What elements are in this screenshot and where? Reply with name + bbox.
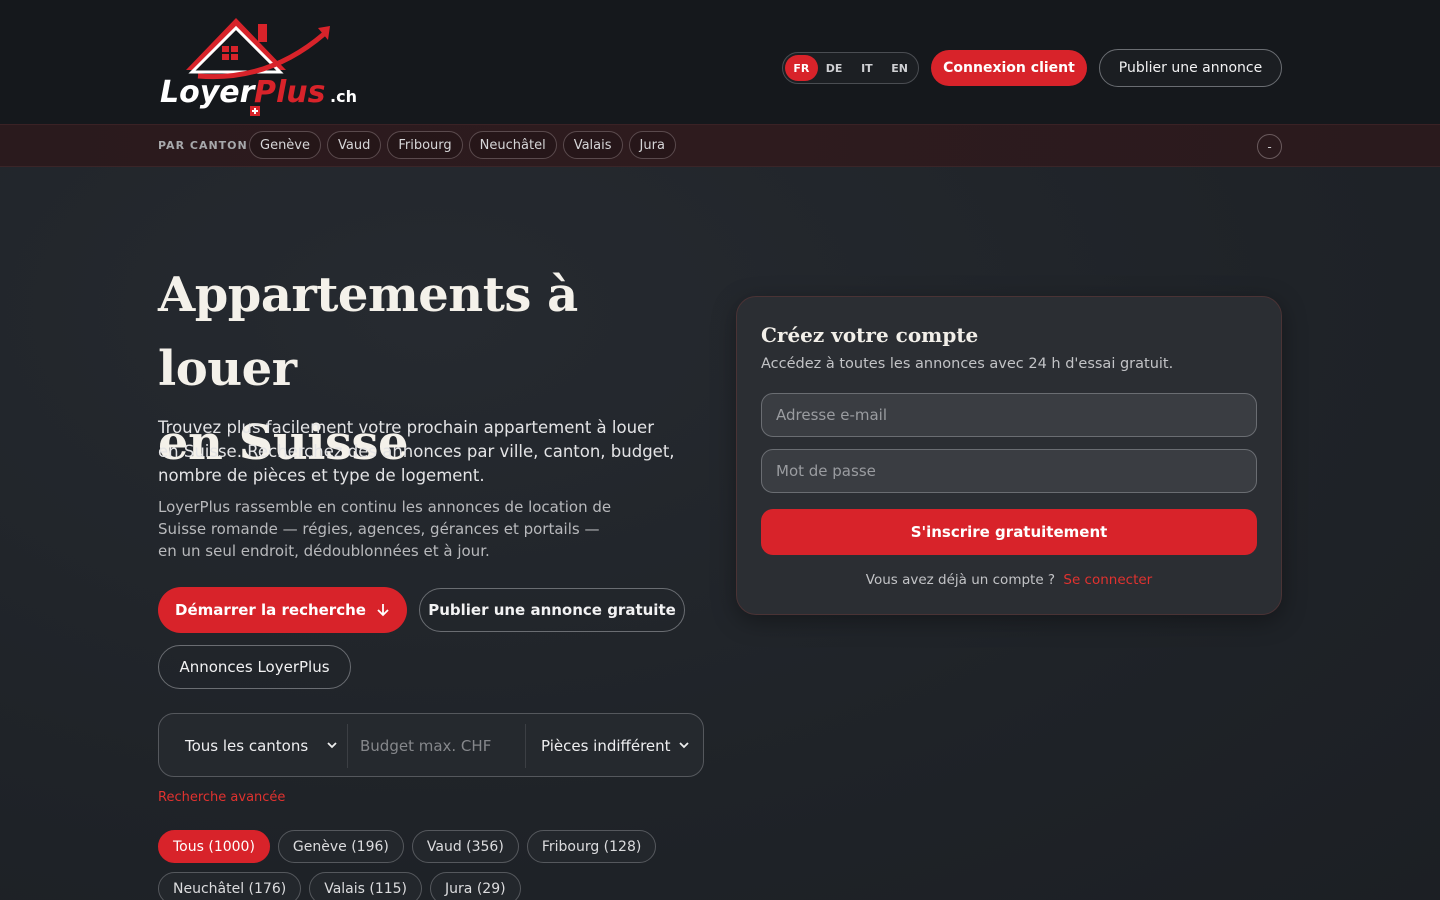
login-link[interactable]: Se connecter [1063, 572, 1152, 588]
canton-pill-fribourg[interactable]: Fribourg [387, 131, 463, 159]
language-switcher: FR DE IT EN [782, 52, 919, 84]
canton-pill-neuchatel[interactable]: Neuchâtel [468, 131, 557, 159]
lang-it[interactable]: IT [851, 55, 884, 81]
signup-title: Créez votre compte [761, 323, 979, 347]
publish-free-listing-button[interactable]: Publier une annonce gratuite [419, 588, 685, 632]
existing-account-text: Vous avez déjà un compte ? [865, 572, 1056, 588]
svg-text:.ch: .ch [330, 87, 357, 106]
signup-button[interactable]: S'inscrire gratuitement [761, 509, 1257, 555]
hero-description: LoyerPlus rassemble en continu les annon… [158, 498, 612, 560]
canton-pill-vaud[interactable]: Vaud [327, 131, 382, 159]
chevron-down-icon [679, 742, 689, 749]
canton-bar-label: PAR CANTON [158, 139, 248, 152]
canton-count-filters: Tous (1000) Genève (196) Vaud (356) Frib… [158, 830, 658, 900]
lang-fr[interactable]: FR [785, 55, 818, 81]
hero-lead: Trouvez plus facilement votre prochain a… [158, 418, 675, 485]
page-title-line1: Appartements à louer [158, 267, 578, 397]
max-budget-input[interactable] [347, 724, 525, 768]
start-search-label: Démarrer la recherche [175, 601, 366, 619]
quick-search-bar: Tous les cantons Pièces indifférent [158, 713, 704, 777]
signup-card: Créez votre compte Accédez à toutes les … [736, 296, 1282, 615]
count-pill-all[interactable]: Tous (1000) [158, 830, 270, 863]
email-field[interactable] [761, 393, 1257, 437]
count-pill-geneve[interactable]: Genève (196) [277, 830, 404, 863]
lang-de[interactable]: DE [818, 55, 851, 81]
top-header: Loyer Plus .ch FR DE IT EN Connexion cli… [0, 0, 1440, 125]
count-pill-jura[interactable]: Jura (29) [430, 872, 521, 900]
arrow-down-icon [377, 604, 389, 617]
canton-pill-valais[interactable]: Valais [562, 131, 623, 159]
canton-bar-collapse-button[interactable]: - [1257, 134, 1282, 159]
start-search-button[interactable]: Démarrer la recherche [158, 587, 407, 633]
publish-listing-button[interactable]: Publier une annonce [1099, 49, 1282, 87]
canton-pill-jura[interactable]: Jura [628, 131, 676, 159]
svg-text:Loyer: Loyer [160, 75, 257, 110]
svg-text:Plus: Plus [254, 75, 325, 110]
signup-footer: Vous avez déjà un compte ? Se connecter [737, 572, 1281, 588]
loyerplus-listings-button[interactable]: Annonces LoyerPlus [158, 645, 351, 689]
password-field[interactable] [761, 449, 1257, 493]
advanced-search-link[interactable]: Recherche avancée [158, 790, 285, 805]
count-pill-neuchatel[interactable]: Neuchâtel (176) [158, 872, 302, 900]
count-pill-vaud[interactable]: Vaud (356) [411, 830, 519, 863]
client-login-button[interactable]: Connexion client [931, 50, 1087, 86]
canton-select[interactable]: Tous les cantons [175, 724, 345, 768]
canton-select-value: Tous les cantons [185, 737, 309, 755]
count-pill-fribourg[interactable]: Fribourg (128) [526, 830, 657, 863]
canton-pill-geneve[interactable]: Genève [249, 131, 322, 159]
loyerplus-logo[interactable]: Loyer Plus .ch [158, 12, 358, 118]
rooms-select[interactable]: Pièces indifférent [525, 724, 697, 768]
count-pill-valais[interactable]: Valais (115) [309, 872, 423, 900]
chevron-down-icon [327, 742, 337, 749]
signup-subtitle: Accédez à toutes les annonces avec 24 h … [761, 356, 1174, 372]
lang-en[interactable]: EN [883, 55, 916, 81]
canton-pill-list: Genève Vaud Fribourg Neuchâtel Valais Ju… [249, 131, 676, 159]
canton-bar: PAR CANTON Genève Vaud Fribourg Neuchâte… [0, 125, 1440, 167]
rooms-select-value: Pièces indifférent [541, 737, 671, 755]
